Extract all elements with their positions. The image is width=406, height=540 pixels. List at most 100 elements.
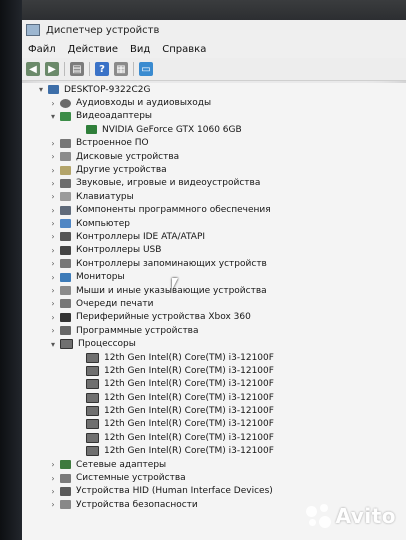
tree-item[interactable]: › Мониторы [22,270,406,283]
back-arrow-icon[interactable]: ◀ [26,62,40,76]
tree-item[interactable]: 12th Gen Intel(R) Core(TM) i3-12100F [22,378,406,391]
display-adapter-icon [60,111,71,121]
tree-item[interactable]: 12th Gen Intel(R) Core(TM) i3-12100F [22,391,406,404]
expand-chevron-icon[interactable]: › [48,286,58,295]
tree-item-label: Клавиатуры [76,191,134,202]
tree-item[interactable]: › Аудиовходы и аудиовыходы [22,96,406,109]
expand-chevron-icon[interactable]: › [48,192,58,201]
menu-help[interactable]: Справка [162,44,206,55]
tree-item-label: Мониторы [76,272,125,283]
tree-item[interactable]: 12th Gen Intel(R) Core(TM) i3-12100F [22,351,406,364]
cpu-core-icon [86,379,99,390]
tree-item[interactable]: › Другие устройства [22,163,406,176]
tree-item[interactable]: 12th Gen Intel(R) Core(TM) i3-12100F [22,404,406,417]
processor-icon [60,339,73,350]
tree-item[interactable]: › Очереди печати [22,297,406,310]
collapse-chevron-icon[interactable]: ▾ [36,85,46,94]
expand-chevron-icon[interactable]: › [48,487,58,496]
xbox-icon [60,312,71,322]
tree-item-label: 12th Gen Intel(R) Core(TM) i3-12100F [104,379,274,390]
tree-item[interactable]: › Контроллеры USB [22,244,406,257]
tree-item-label: Компьютер [76,218,130,229]
tree-item[interactable]: › Компьютер [22,217,406,230]
menu-bar: Файл Действие Вид Справка [22,40,406,58]
computer-icon [60,219,71,229]
tree-item-label: Сетевые адаптеры [76,459,167,470]
tree-item[interactable]: ▾ Видеоадаптеры [22,110,406,123]
tree-item-label: DESKTOP-9322C2G [64,84,151,95]
tree-item[interactable]: 12th Gen Intel(R) Core(TM) i3-12100F [22,364,406,377]
tree-item[interactable]: › Клавиатуры [22,190,406,203]
help-icon[interactable]: ? [95,62,109,76]
tree-item[interactable]: › Дисковые устройства [22,150,406,163]
tree-item-label: Другие устройства [76,165,167,176]
toolbar-separator [89,62,90,76]
tree-item[interactable]: › Системные устройства [22,471,406,484]
tree-item[interactable]: › Звуковые, игровые и видеоустройства [22,177,406,190]
collapse-chevron-icon[interactable]: ▾ [48,112,58,121]
tree-item-label: 12th Gen Intel(R) Core(TM) i3-12100F [104,419,274,430]
menu-file[interactable]: Файл [28,44,56,55]
tree-item-label: Системные устройства [76,473,186,484]
scan-hardware-icon[interactable]: ▭ [139,62,153,76]
monitor-bezel-top [0,0,406,22]
tree-item[interactable]: › Компоненты программного обеспечения [22,204,406,217]
tree-item-label: Процессоры [78,339,136,350]
expand-chevron-icon[interactable]: › [48,246,58,255]
tree-item[interactable]: › Контроллеры IDE ATA/ATAPI [22,230,406,243]
tree-item-label: Звуковые, игровые и видеоустройства [76,178,261,189]
tree-item[interactable]: ▾ Процессоры [22,337,406,350]
tree-item[interactable]: 12th Gen Intel(R) Core(TM) i3-12100F [22,418,406,431]
menu-view[interactable]: Вид [130,44,150,55]
expand-chevron-icon[interactable]: › [48,179,58,188]
tree-item[interactable]: 12th Gen Intel(R) Core(TM) i3-12100F [22,445,406,458]
expand-chevron-icon[interactable]: › [48,166,58,175]
forward-arrow-icon[interactable]: ▶ [45,62,59,76]
monitor-bezel-left [0,0,22,540]
view-icon[interactable]: ▦ [114,62,128,76]
storage-controller-icon [60,259,71,269]
toolbar: ◀ ▶ ▤ ? ▦ ▭ [22,58,406,81]
toolbar-separator [133,62,134,76]
cpu-core-icon [86,406,99,417]
tree-item[interactable]: › Контроллеры запоминающих устройств [22,257,406,270]
collapse-chevron-icon[interactable]: ▾ [48,340,58,349]
firmware-icon [60,138,71,148]
expand-chevron-icon[interactable]: › [48,232,58,241]
menu-action[interactable]: Действие [68,44,118,55]
tree-item-label: 12th Gen Intel(R) Core(TM) i3-12100F [104,365,274,376]
tree-item[interactable]: › Программные устройства [22,324,406,337]
tree-item[interactable]: › Встроенное ПО [22,137,406,150]
expand-chevron-icon[interactable]: › [48,99,58,108]
other-devices-icon [60,165,71,175]
expand-chevron-icon[interactable]: › [48,474,58,483]
tree-item[interactable]: › Сетевые адаптеры [22,458,406,471]
tree-item-label: Встроенное ПО [76,138,149,149]
device-tree: ▾ DESKTOP-9322C2G › Аудиовходы и аудиовыход… [22,83,406,540]
expand-chevron-icon[interactable]: › [48,259,58,268]
expand-chevron-icon[interactable]: › [48,139,58,148]
tree-item[interactable]: 12th Gen Intel(R) Core(TM) i3-12100F [22,431,406,444]
cpu-core-icon [86,352,99,363]
expand-chevron-icon[interactable]: › [48,313,58,322]
expand-chevron-icon[interactable]: › [48,500,58,509]
tree-item[interactable]: › Мыши и иные указывающие устройства [22,284,406,297]
network-adapter-icon [60,460,71,470]
expand-chevron-icon[interactable]: › [48,273,58,282]
expand-chevron-icon[interactable]: › [48,152,58,161]
device-manager-icon [26,24,40,36]
tree-item-label: Программные устройства [76,325,199,336]
tree-item-label: Контроллеры IDE ATA/ATAPI [76,231,206,242]
properties-icon[interactable]: ▤ [70,62,84,76]
tree-item[interactable]: ▾ DESKTOP-9322C2G [22,83,406,96]
tree-item[interactable]: › Устройства HID (Human Interface Devices… [22,485,406,498]
toolbar-separator [64,62,65,76]
expand-chevron-icon[interactable]: › [48,299,58,308]
tree-item[interactable]: NVIDIA GeForce GTX 1060 6GB [22,123,406,136]
expand-chevron-icon[interactable]: › [48,206,58,215]
tree-item[interactable]: › Периферийные устройства Xbox 360 [22,311,406,324]
expand-chevron-icon[interactable]: › [48,460,58,469]
tree-item-label: Контроллеры запоминающих устройств [76,258,267,269]
expand-chevron-icon[interactable]: › [48,326,58,335]
expand-chevron-icon[interactable]: › [48,219,58,228]
